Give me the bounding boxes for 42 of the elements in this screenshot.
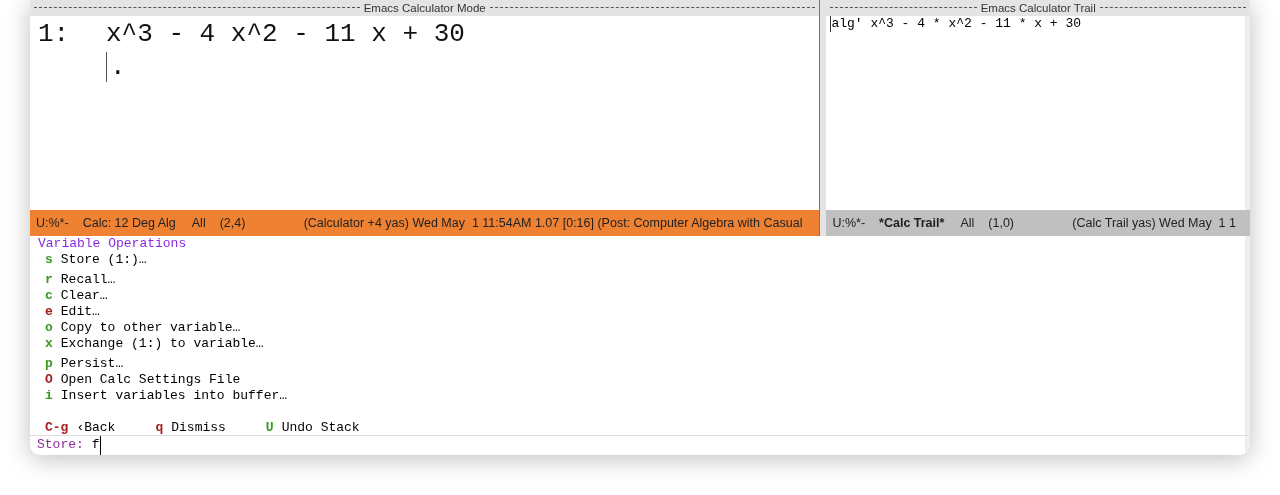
menu-item[interactable]: ‹Back (76, 420, 116, 436)
mode-line-text: *Calc Trail* (879, 216, 945, 230)
stack-expression: x^3 - 4 x^2 - 11 x + 30 (106, 18, 465, 51)
mode-line-text: U:%*- (832, 216, 866, 230)
mode-line-text: All (191, 216, 206, 230)
menu-item[interactable]: Persist… (60, 356, 124, 372)
minibuffer-prompt: Store: (37, 436, 84, 454)
menu-key[interactable]: o (45, 320, 53, 336)
mode-line-text: All (960, 216, 975, 230)
menu-title: Variable Operations (38, 236, 187, 252)
menu-item[interactable]: Store (1:)… (60, 252, 147, 268)
menu-key[interactable]: r (45, 272, 53, 288)
menu-item[interactable]: Exchange (1:) to variable… (60, 336, 264, 352)
menu-key[interactable]: U (265, 420, 274, 436)
pane-header: Emacs Calculator Mode (363, 2, 486, 14)
menu-key[interactable]: O (45, 372, 53, 388)
menu-key[interactable]: e (45, 304, 53, 320)
menu-item[interactable]: Undo Stack (281, 420, 360, 436)
menu-key[interactable]: x (45, 336, 53, 352)
menu-key[interactable]: q (155, 420, 164, 436)
mode-line-text: (2,4) (219, 216, 247, 230)
menu-key[interactable]: s (45, 252, 53, 268)
menu-item[interactable]: Insert variables into buffer… (60, 388, 288, 404)
menu-key[interactable]: i (45, 388, 53, 404)
minibuffer-input[interactable]: f (91, 436, 101, 455)
pane-header: Emacs Calculator Trail (980, 2, 1096, 14)
menu-item[interactable]: Open Calc Settings File (60, 372, 241, 388)
menu-item[interactable]: Recall… (60, 272, 116, 288)
stack-index: 1: (38, 18, 71, 51)
menu-key[interactable]: p (45, 356, 53, 372)
menu-item[interactable]: Clear… (60, 288, 108, 304)
menu-item[interactable]: Copy to other variable… (60, 320, 241, 336)
mode-line-text: (Calculator +4 yas) Wed May 1 11:54AM 1.07 [0:16] (Post: Computer Algebra with Casual (303, 216, 803, 230)
trail-line: alg' x^3 - 4 * x^2 - 11 * x + 30 (830, 16, 1082, 32)
mode-line-text: (Calc Trail yas) Wed May 1 1 (1072, 216, 1236, 230)
mode-line-text: Calc: 12 Deg Alg (82, 216, 176, 230)
mode-line-text: U:%*- (36, 216, 69, 230)
menu-item[interactable]: Dismiss (171, 420, 226, 436)
mode-line-text: (1,0) (988, 216, 1015, 230)
menu-item[interactable]: Edit… (60, 304, 100, 320)
menu-key[interactable]: c (45, 288, 53, 304)
menu-key[interactable]: C-g (45, 420, 69, 436)
